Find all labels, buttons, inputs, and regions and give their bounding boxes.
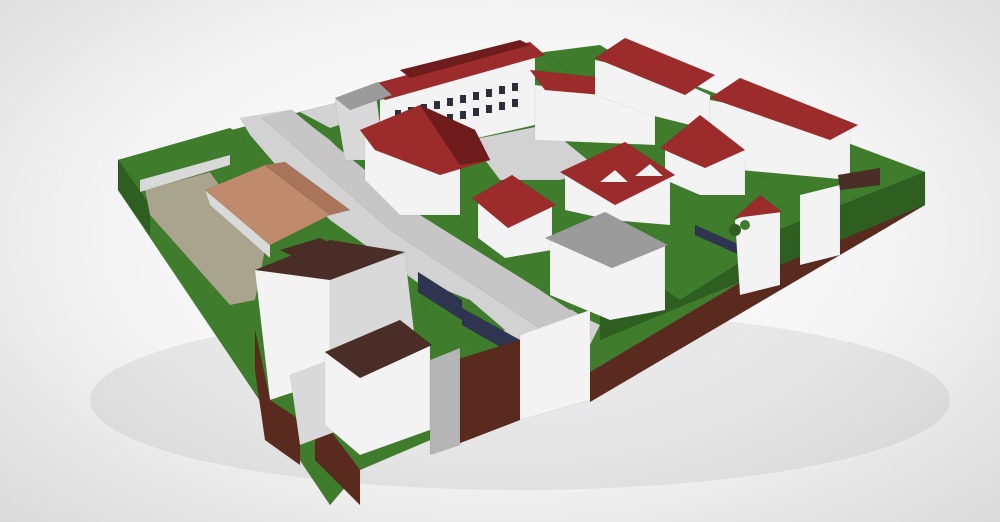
building-g-front [799,184,841,266]
city-block-model [90,37,950,506]
stair-block [429,347,461,456]
tower-c-front [734,204,781,296]
model-viewport [0,0,1000,522]
